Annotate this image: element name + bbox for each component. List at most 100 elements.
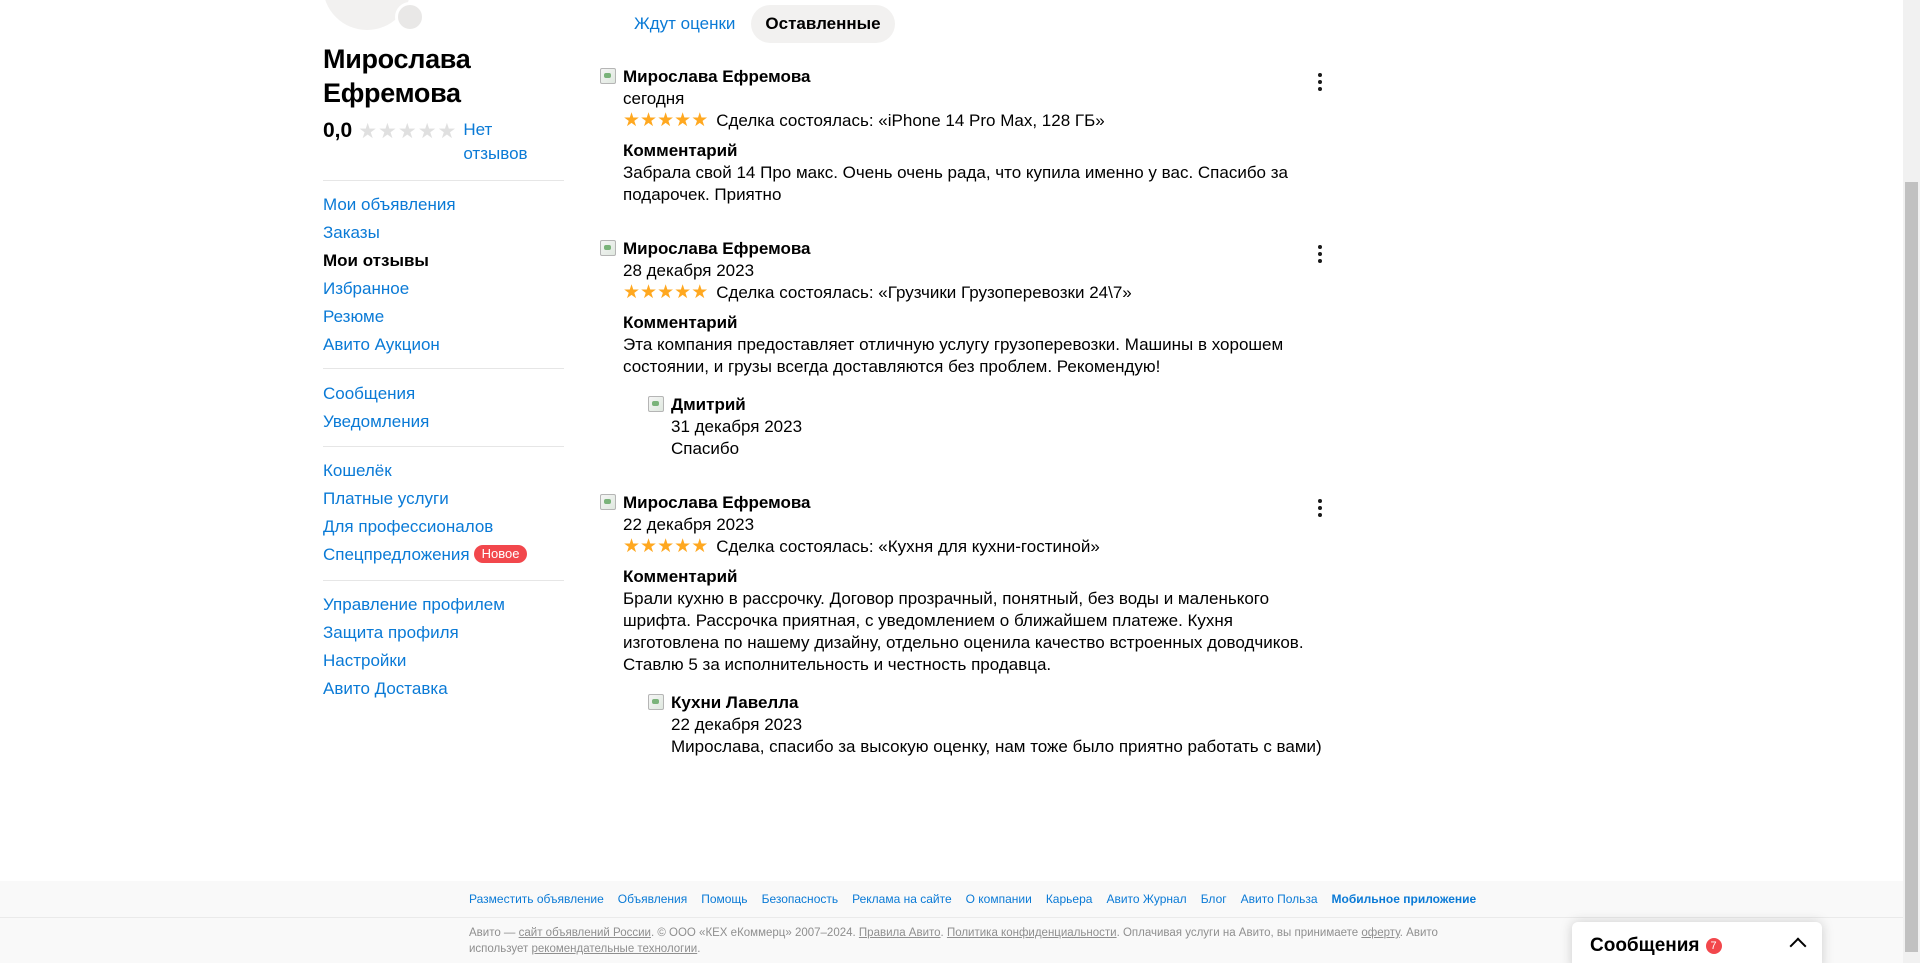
footer-link-journal[interactable]: Авито Журнал xyxy=(1106,891,1186,907)
star-icon: ★ xyxy=(640,110,658,131)
footer-link-post-ad[interactable]: Разместить объявление xyxy=(469,891,604,907)
menu-divider xyxy=(323,446,564,447)
legal-text: . xyxy=(697,943,701,955)
review-date: сегодня xyxy=(623,89,685,108)
star-icon: ★ xyxy=(657,110,675,131)
legal-link-rules[interactable]: Правила Авито xyxy=(859,927,941,939)
footer-link-advertising[interactable]: Реклама на сайте xyxy=(852,891,952,907)
reviews-tabs: Ждут оценки Оставленные xyxy=(622,5,895,43)
more-options-icon[interactable] xyxy=(1310,244,1330,264)
messenger-title: Сообщения xyxy=(1590,935,1700,956)
reply-author[interactable]: Кухни Лавелла xyxy=(671,692,1320,714)
tab-left[interactable]: Оставленные xyxy=(751,5,895,43)
star-icon: ★ xyxy=(640,536,658,557)
review-date: 22 декабря 2023 xyxy=(623,515,755,534)
menu-item-my-ads[interactable]: Мои объявления xyxy=(323,191,564,219)
rating-stars: ★ ★ ★ ★ ★ xyxy=(623,110,708,132)
menu-item-avito-delivery[interactable]: Авито Доставка xyxy=(323,675,564,703)
menu-item-resume[interactable]: Резюме xyxy=(323,303,564,331)
comment-text: Брали кухню в рассрочку. Договор прозрач… xyxy=(623,589,1304,674)
menu-item-messages[interactable]: Сообщения xyxy=(323,380,564,408)
page-scrollbar[interactable] xyxy=(1903,0,1920,963)
footer-link-help[interactable]: Помощь xyxy=(701,891,747,907)
menu-item-orders[interactable]: Заказы xyxy=(323,219,564,247)
menu-item-for-pros[interactable]: Для профессионалов xyxy=(323,513,564,541)
review-deal: ★ ★ ★ ★ ★ Сделка состоялась: «Грузчики Грузо… xyxy=(623,282,1320,304)
rating-stars: ★ ★ ★ ★ ★ xyxy=(623,536,708,558)
messenger-widget[interactable]: Сообщения 7 xyxy=(1572,922,1822,963)
reply-author[interactable]: Дмитрий xyxy=(671,394,1320,416)
menu-group-services: Кошелёк Платные услуги Для профессионало… xyxy=(323,457,564,569)
footer-link-ads[interactable]: Объявления xyxy=(618,891,687,907)
review-item: Мирослава Ефремова сегодня ★ ★ ★ ★ ★ Сделка … xyxy=(600,66,1322,206)
menu-divider xyxy=(323,580,564,581)
review-deal: ★ ★ ★ ★ ★ Сделка состоялась: «Кухня для кухн… xyxy=(623,536,1320,558)
menu-item-wallet[interactable]: Кошелёк xyxy=(323,457,564,485)
footer-links: Разместить объявление Объявления Помощь … xyxy=(469,891,1490,907)
comment-title: Комментарий xyxy=(623,567,738,586)
star-icon: ★ xyxy=(657,282,675,303)
comment-title: Комментарий xyxy=(623,141,738,160)
star-icon: ★ xyxy=(623,110,641,131)
menu-group-settings: Управление профилем Защита профиля Настр… xyxy=(323,591,564,703)
more-options-icon[interactable] xyxy=(1310,72,1330,92)
star-icon: ★ xyxy=(640,282,658,303)
footer-link-career[interactable]: Карьера xyxy=(1046,891,1093,907)
legal-link-recommendations[interactable]: рекомендательные технологии xyxy=(532,943,698,955)
review-deal: ★ ★ ★ ★ ★ Сделка состоялась: «iPhone 14 Pro … xyxy=(623,110,1320,132)
chevron-up-icon[interactable] xyxy=(1789,937,1807,955)
legal-text: . © ООО «КЕХ еКоммерц» 2007–2024. xyxy=(650,927,859,939)
profile-name: Мирослава Ефремова xyxy=(323,44,471,108)
legal-link-offer[interactable]: оферту xyxy=(1361,927,1399,939)
author-avatar xyxy=(600,240,616,256)
menu-item-favorites[interactable]: Избранное xyxy=(323,275,564,303)
review-author[interactable]: Мирослава Ефремова xyxy=(623,66,1320,88)
star-empty-icon: ★ xyxy=(437,120,457,143)
reply-author-avatar xyxy=(648,694,664,710)
avatar-status-dot xyxy=(395,2,425,32)
author-avatar xyxy=(600,68,616,84)
menu-item-special-offers[interactable]: Спецпредложения Новое xyxy=(323,541,564,569)
star-empty-icon: ★ xyxy=(397,120,417,143)
reply-text: Мирослава, спасибо за высокую оценку, на… xyxy=(671,737,1322,756)
footer-link-safety[interactable]: Безопасность xyxy=(762,891,839,907)
comment-title: Комментарий xyxy=(623,313,738,332)
deal-text: Сделка состоялась: «iPhone 14 Pro Max, 1… xyxy=(716,111,1105,130)
seller-reply: Кухни Лавелла 22 декабря 2023 Мирослава,… xyxy=(648,692,1322,758)
no-reviews-link[interactable]: Нет отзывов xyxy=(463,118,533,166)
tab-pending[interactable]: Ждут оценки xyxy=(622,5,747,43)
legal-text: . Оплачивая услуги на Авито, вы принимае… xyxy=(1116,927,1362,939)
scrollbar-thumb[interactable] xyxy=(1905,182,1918,952)
star-icon: ★ xyxy=(674,110,692,131)
menu-item-notifications[interactable]: Уведомления xyxy=(323,408,564,436)
legal-link-privacy[interactable]: Политика конфиденциальности xyxy=(947,927,1117,939)
footer-link-mobile-app[interactable]: Мобильное приложение xyxy=(1332,891,1477,907)
menu-item-my-reviews[interactable]: Мои отзывы xyxy=(323,247,564,275)
menu-item-profile-protection[interactable]: Защита профиля xyxy=(323,619,564,647)
star-icon: ★ xyxy=(691,110,709,131)
footer-link-benefit[interactable]: Авито Польза xyxy=(1241,891,1318,907)
footer-link-about[interactable]: О компании xyxy=(966,891,1032,907)
review-item: Мирослава Ефремова 28 декабря 2023 ★ ★ ★ ★ ★… xyxy=(600,238,1322,460)
menu-item-label: Спецпредложения xyxy=(323,545,470,564)
comment-text: Эта компания предоставляет отличную услу… xyxy=(623,335,1284,376)
star-icon: ★ xyxy=(674,536,692,557)
new-badge: Новое xyxy=(473,545,528,563)
footer-link-blog[interactable]: Блог xyxy=(1201,891,1227,907)
rating-value: 0,0 xyxy=(323,119,353,142)
menu-item-auction[interactable]: Авито Аукцион xyxy=(323,331,564,359)
star-icon: ★ xyxy=(623,536,641,557)
menu-item-paid-services[interactable]: Платные услуги xyxy=(323,485,564,513)
legal-text: Авито — xyxy=(469,927,519,939)
rating-stars: ★ ★ ★ ★ ★ xyxy=(623,282,708,304)
footer-legal: Авито — сайт объявлений России. © ООО «К… xyxy=(469,925,1439,957)
menu-item-settings[interactable]: Настройки xyxy=(323,647,564,675)
review-author[interactable]: Мирослава Ефремова xyxy=(623,238,1320,260)
star-icon: ★ xyxy=(657,536,675,557)
menu-item-profile-management[interactable]: Управление профилем xyxy=(323,591,564,619)
menu-divider xyxy=(323,180,564,181)
comment-text: Забрала свой 14 Про макс. Очень очень ра… xyxy=(623,163,1288,204)
more-options-icon[interactable] xyxy=(1310,498,1330,518)
legal-link-site[interactable]: сайт объявлений России xyxy=(519,927,651,939)
review-author[interactable]: Мирослава Ефремова xyxy=(623,492,1320,514)
